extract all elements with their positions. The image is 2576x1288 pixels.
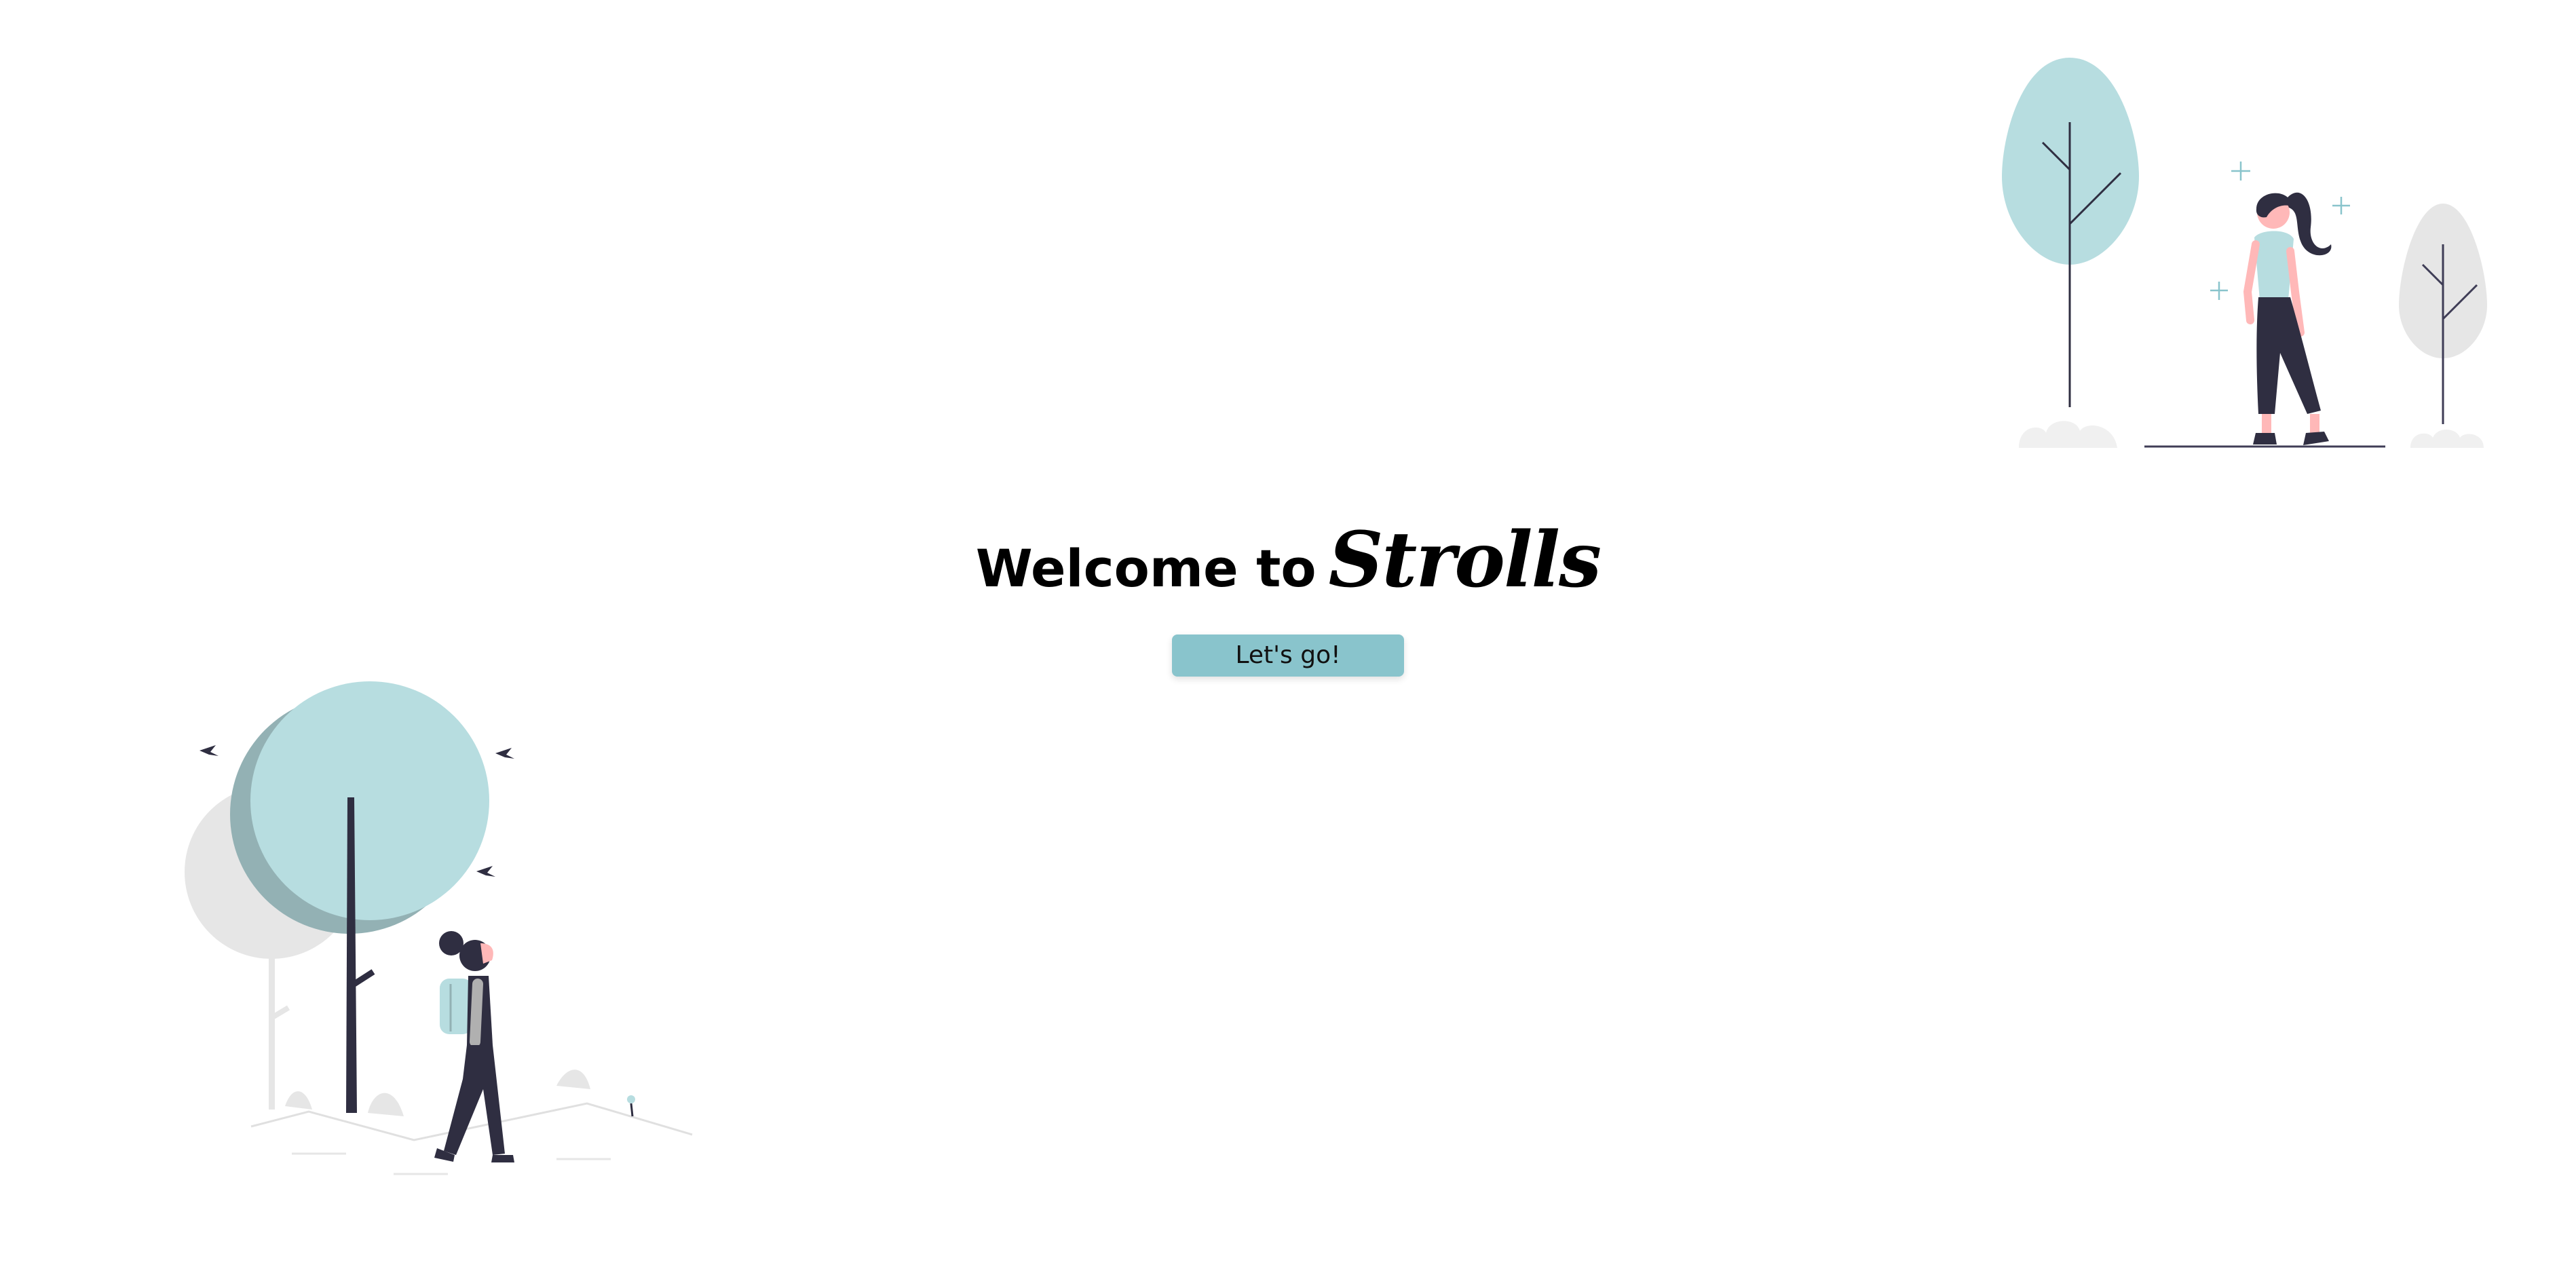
welcome-heading: Welcome to Strolls [975,516,1602,605]
welcome-text: Welcome to [975,538,1317,599]
lets-go-button[interactable]: Let's go! [1172,634,1404,677]
brand-name: Strolls [1328,516,1602,605]
woman-with-trees-illustration-icon [2002,58,2487,448]
hiker-with-trees-illustration-icon [185,681,693,1175]
hero-section: Welcome to Strolls Let's go! [0,516,2576,677]
welcome-page: Welcome to Strolls Let's go! [0,0,2576,1288]
